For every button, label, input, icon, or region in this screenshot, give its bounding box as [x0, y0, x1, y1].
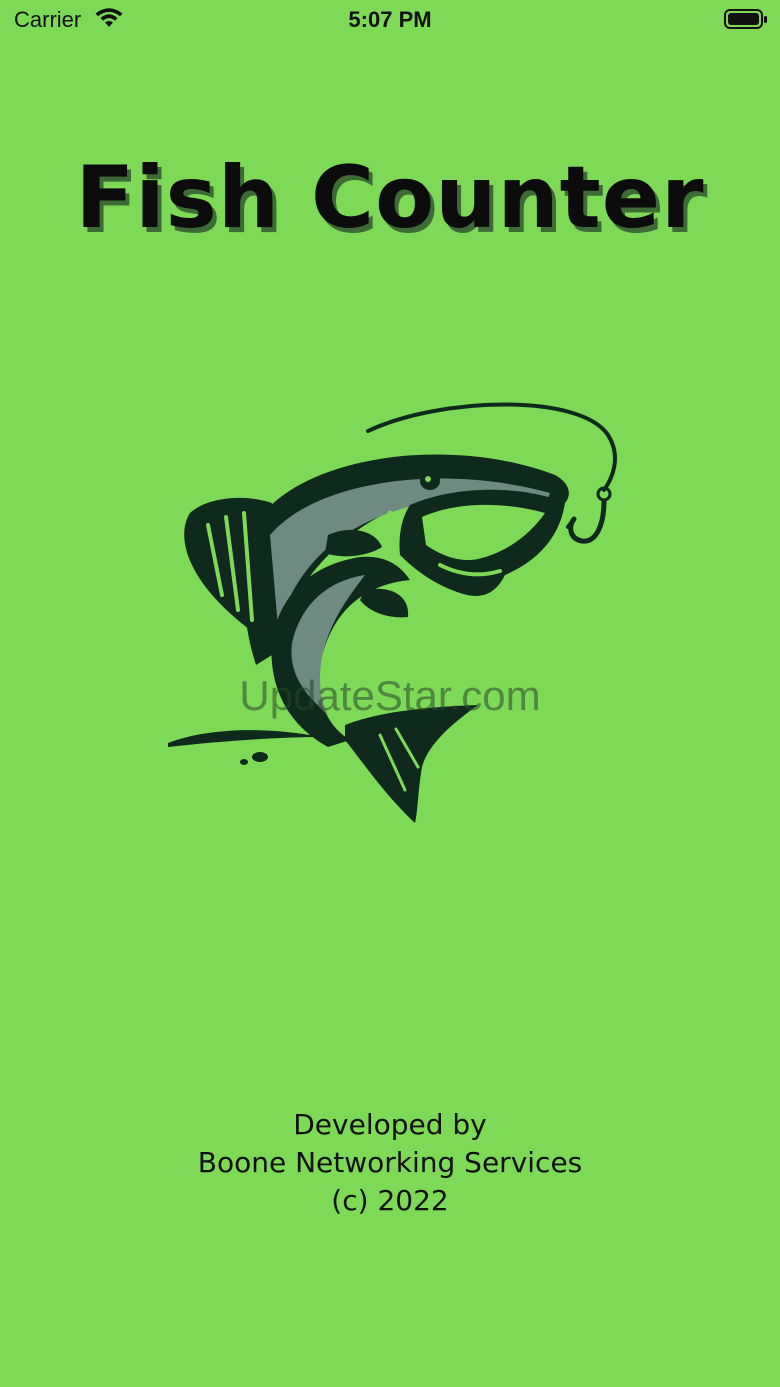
credits-company: Boone Networking Services	[197, 1146, 583, 1179]
status-time: 5:07 PM	[348, 7, 432, 32]
status-bar: Carrier 5:07 PM	[0, 0, 780, 40]
app-title: Fish Counter	[75, 148, 705, 248]
jumping-fish-hook-icon	[168, 402, 617, 823]
credits-copyright: (c) 2022	[331, 1184, 449, 1217]
battery-full-icon	[724, 9, 767, 29]
watermark: UpdateStar.com	[239, 672, 541, 719]
credits: Developed by Boone Networking Services (…	[0, 1106, 780, 1220]
credits-developed-by: Developed by	[293, 1108, 487, 1141]
